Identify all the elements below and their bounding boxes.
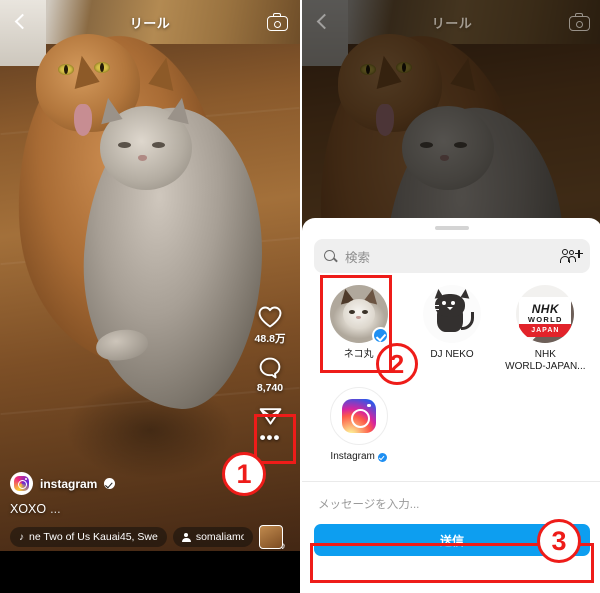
comment-bubble-icon [259, 357, 281, 379]
audio-thumbnail-icon[interactable] [258, 525, 286, 552]
music-pill[interactable]: ♪ ne Two of Us Kauai45, Swe [10, 527, 167, 547]
photo-cat-nose [138, 155, 147, 161]
photo-cat-eye [58, 64, 74, 75]
caption-body: XOXO [10, 502, 47, 516]
tagged-user-pill[interactable]: somaliamo [172, 527, 253, 547]
step-badge-3: 3 [537, 519, 581, 563]
like-count: 48.8万 [254, 333, 286, 345]
screenshot-root: リール 48.8万 8,740 ••• instagram XOXO ... ♪… [0, 0, 600, 593]
comment-count: 8,740 [256, 382, 284, 394]
page-title: リール [431, 15, 473, 31]
avatar-wrap[interactable] [422, 285, 481, 343]
bottom-black-bar [0, 551, 300, 593]
contact-name: Instagram [330, 451, 375, 462]
music-title: ne Two of Us Kauai45, Swe [29, 531, 158, 543]
caption-ellipsis[interactable]: ... [50, 502, 60, 516]
tagged-username: somaliamo [195, 531, 244, 543]
search-input[interactable]: 検索 [345, 247, 553, 266]
contact-name: NHK WORLD-JAPAN... [505, 349, 585, 373]
avatar-wrap[interactable]: NHK WORLD JAPAN [516, 285, 575, 343]
nhk-logo-line1: NHK [531, 302, 559, 316]
search-bar[interactable]: 検索 [314, 239, 590, 273]
music-note-icon: ♪ [19, 531, 24, 543]
camera-icon[interactable] [267, 13, 288, 31]
instagram-logo [329, 387, 388, 445]
black-cat-avatar [422, 285, 481, 343]
camera-icon[interactable] [569, 13, 590, 31]
photo-cat-gray-head [95, 95, 195, 190]
screen-share-sheet-view: リール 検索 ネコ丸 DJ NEKO NHK WORLD JAPAN NHK W… [300, 0, 600, 593]
heart-icon [258, 306, 282, 328]
screen-reel-view: リール 48.8万 8,740 ••• instagram XOXO ... ♪… [0, 0, 300, 593]
verified-badge-icon [377, 452, 387, 462]
contact-dj-neko[interactable]: DJ NEKO [405, 285, 498, 373]
contact-name-line1: NHK [534, 349, 556, 360]
share-highlight-box [254, 414, 296, 464]
photo-cat-eye [152, 142, 165, 148]
step-badge-1: 1 [222, 452, 266, 496]
caption-username[interactable]: instagram [40, 477, 97, 491]
instagram-icon [14, 476, 29, 491]
nhk-logo-line3: JAPAN [519, 324, 572, 337]
contact-name-line2: WORLD-JAPAN... [505, 361, 586, 372]
contact-name: DJ NEKO [430, 349, 474, 360]
add-people-icon[interactable] [560, 248, 583, 264]
step-badge-2: 2 [376, 343, 418, 385]
contact-name-row: Instagram [330, 451, 387, 463]
back-arrow-icon[interactable] [12, 13, 30, 31]
instagram-icon [341, 399, 376, 433]
comment-action[interactable]: 8,740 [257, 356, 283, 394]
photo-cat-eye [94, 62, 110, 73]
avatar-wrap[interactable] [329, 387, 388, 445]
back-arrow-icon[interactable] [314, 13, 332, 31]
caption-pills: ♪ ne Two of Us Kauai45, Swe somaliamo [10, 525, 290, 552]
photo-cat-eye [118, 142, 131, 148]
search-icon [324, 249, 337, 263]
drag-handle[interactable] [435, 226, 469, 230]
nhk-world-japan-logo: NHK WORLD JAPAN [516, 285, 575, 343]
avatar[interactable] [10, 472, 33, 495]
reel-topbar-dimmed: リール [302, 0, 600, 44]
page-title: リール [129, 15, 171, 31]
caption-text[interactable]: XOXO... [10, 502, 290, 516]
person-icon [181, 532, 191, 542]
contact-nhk-world-japan[interactable]: NHK WORLD JAPAN NHK WORLD-JAPAN... [499, 285, 592, 373]
message-input[interactable]: メッセージを入力... [302, 482, 600, 524]
reel-topbar: リール [0, 0, 300, 44]
contact-instagram[interactable]: Instagram [312, 387, 405, 463]
photo-cat-tongue [74, 104, 92, 136]
verified-badge-icon [104, 478, 116, 489]
like-action[interactable]: 48.8万 [254, 305, 286, 346]
nhk-logo-line2: WORLD [527, 315, 563, 324]
